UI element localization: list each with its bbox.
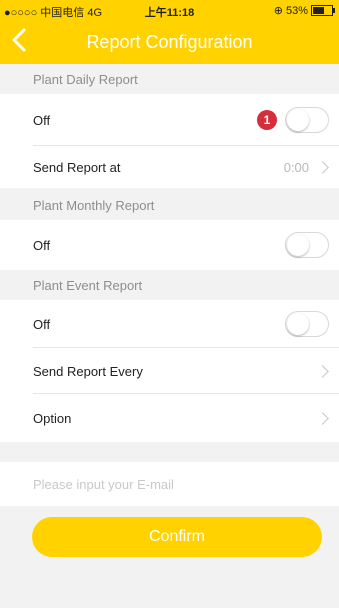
status-bar: ●○○○○ 中国电信 4G 上午11:18 ⊕ 53% xyxy=(0,0,339,20)
daily-report-toggle[interactable] xyxy=(285,107,329,133)
send-report-at-row[interactable]: Send Report at 0:00 xyxy=(0,146,339,188)
option-row[interactable]: Option xyxy=(0,394,339,442)
section-header-event: Plant Event Report xyxy=(0,270,339,300)
email-input[interactable] xyxy=(0,462,339,506)
toggle-knob xyxy=(287,234,309,256)
send-report-every-label: Send Report Every xyxy=(33,364,143,379)
section-header-monthly: Plant Monthly Report xyxy=(0,190,339,220)
battery-status: ⊕ 53% xyxy=(273,4,335,17)
battery-percent: ⊕ 53% xyxy=(273,5,308,17)
send-report-every-row[interactable]: Send Report Every xyxy=(0,348,339,394)
chevron-right-icon xyxy=(316,412,329,425)
toggle-knob xyxy=(287,109,309,131)
chevron-right-icon xyxy=(316,365,329,378)
notification-badge: 1 xyxy=(257,110,277,130)
event-toggle-row: Off xyxy=(0,300,339,348)
monthly-toggle-label: Off xyxy=(33,238,51,253)
daily-toggle-label: Off xyxy=(33,113,51,128)
option-label: Option xyxy=(33,411,72,426)
confirm-button[interactable]: Confirm xyxy=(32,517,322,557)
monthly-report-toggle[interactable] xyxy=(285,232,329,258)
toggle-knob xyxy=(287,313,309,335)
daily-toggle-row: Off 1 xyxy=(0,94,339,146)
nav-bar: Report Configuration xyxy=(0,20,339,64)
send-report-at-label: Send Report at xyxy=(33,160,121,175)
page-title: Report Configuration xyxy=(86,32,253,52)
battery-icon xyxy=(311,5,335,16)
event-report-toggle[interactable] xyxy=(285,311,329,337)
section-header-daily: Plant Daily Report xyxy=(0,64,339,94)
event-toggle-label: Off xyxy=(33,317,51,332)
chevron-right-icon xyxy=(316,161,329,174)
monthly-toggle-row: Off xyxy=(0,220,339,270)
send-report-at-value: 0:00 xyxy=(283,160,309,175)
